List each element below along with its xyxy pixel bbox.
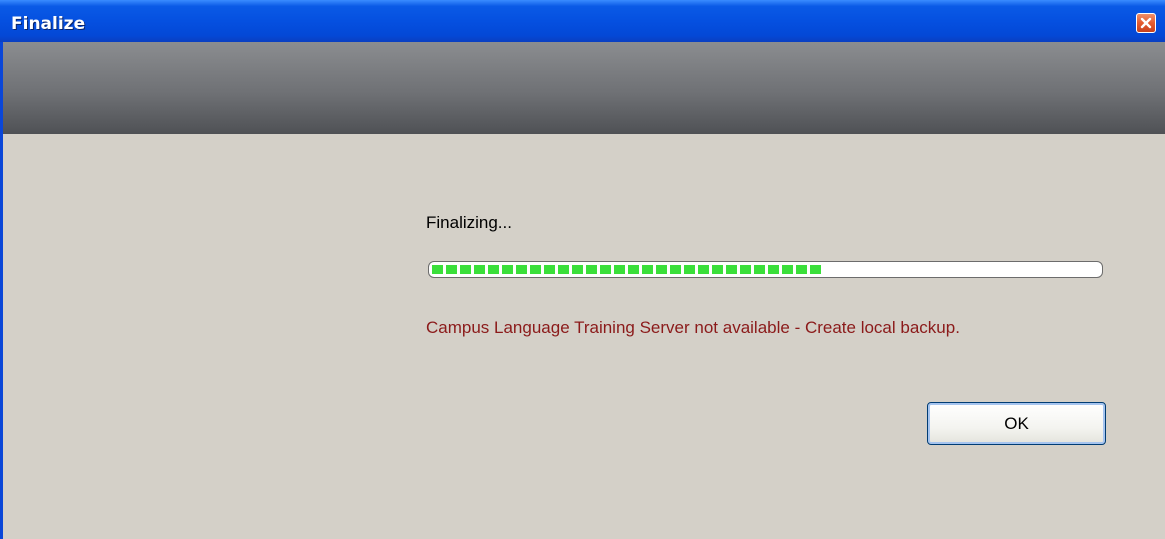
progress-bar (428, 261, 1103, 278)
error-message: Campus Language Training Server not avai… (426, 318, 960, 337)
progress-bar-fill (432, 265, 821, 274)
status-label: Finalizing... (426, 213, 512, 232)
finalize-window: Finalize Finalizing... Campus Language T… (0, 0, 1165, 539)
close-button[interactable] (1136, 13, 1156, 33)
dialog-content: Finalizing... Campus Language Training S… (3, 134, 1165, 539)
title-bar[interactable]: Finalize (0, 0, 1165, 42)
header-banner (3, 42, 1165, 134)
ok-button[interactable]: OK (927, 402, 1106, 445)
window-title: Finalize (11, 14, 86, 34)
close-icon (1140, 17, 1152, 29)
